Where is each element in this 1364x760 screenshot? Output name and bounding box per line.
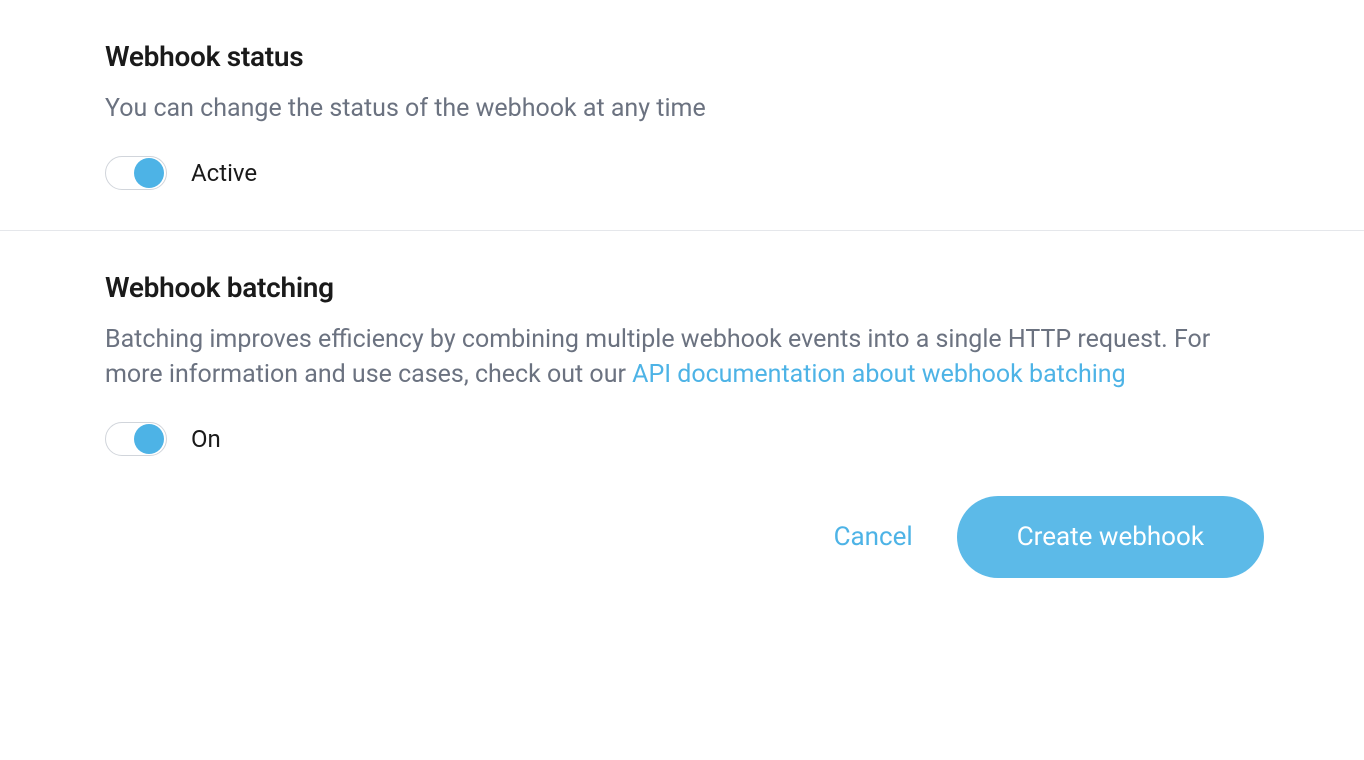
webhook-status-toggle[interactable] (105, 156, 167, 190)
webhook-status-toggle-label: Active (191, 159, 257, 187)
webhook-status-description: You can change the status of the webhook… (105, 91, 1255, 126)
webhook-batching-toggle[interactable] (105, 422, 167, 456)
cancel-button[interactable]: Cancel (834, 522, 913, 552)
webhook-batching-section: Webhook batching Batching improves effic… (0, 230, 1364, 618)
webhook-batching-toggle-row: On (105, 422, 1264, 456)
webhook-status-title: Webhook status (105, 40, 1264, 73)
api-documentation-link[interactable]: API documentation about webhook batching (632, 360, 1125, 389)
webhook-batching-toggle-label: On (191, 425, 221, 453)
webhook-status-toggle-row: Active (105, 156, 1264, 190)
form-actions: Cancel Create webhook (105, 456, 1264, 578)
webhook-status-section: Webhook status You can change the status… (0, 0, 1364, 230)
toggle-knob (134, 158, 164, 188)
create-webhook-button[interactable]: Create webhook (957, 496, 1264, 578)
webhook-batching-description: Batching improves efficiency by combinin… (105, 322, 1255, 392)
webhook-batching-title: Webhook batching (105, 271, 1264, 304)
toggle-knob (134, 424, 164, 454)
